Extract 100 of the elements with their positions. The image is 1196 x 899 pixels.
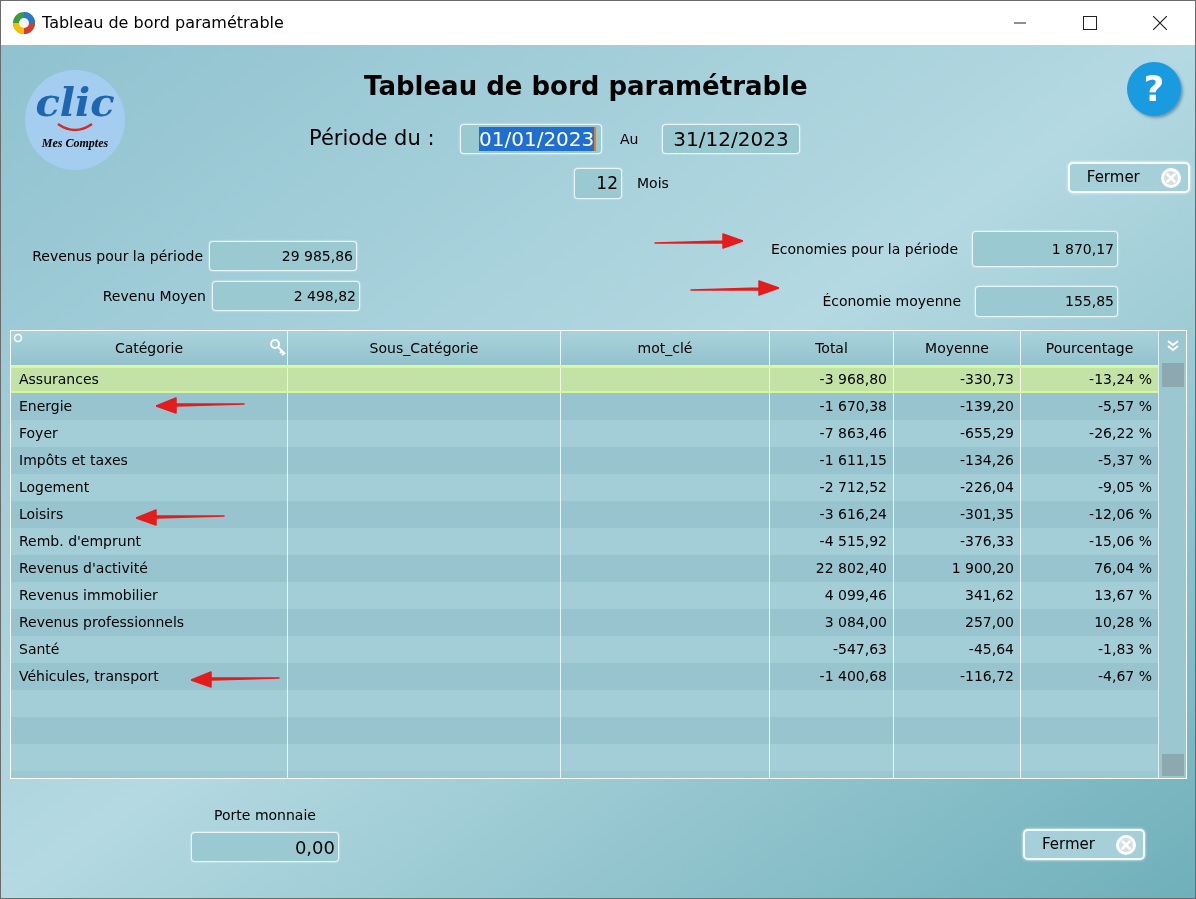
wallet-label: Porte monnaie [214,806,316,825]
table-cell-text: -1 611,15 [819,451,887,470]
to-label: Au [620,129,640,149]
table-cell-text: 4 099,46 [824,586,887,605]
column-header[interactable]: Sous_Catégorie [288,331,561,365]
table-cell-text: 341,62 [965,586,1014,605]
summary-label: Economies pour la période [769,239,959,259]
table-cell-text: 1 900,20 [951,559,1014,578]
close-icon [1153,16,1167,30]
table-cell-text: Impôts et taxes [19,451,128,470]
table-cell-text: Remb. d'emprunt [19,532,141,551]
summary-label: Revenu Moyen [101,286,207,306]
date-from-field[interactable]: 01/01/2023 [460,124,602,154]
summary-label: Économie moyenne [821,291,962,311]
table-cell-text: Véhicules, transport [19,667,159,686]
table-cell-text: -330,73 [959,370,1014,389]
smile-icon [55,122,95,132]
table-cell-text: -5,37 % [1098,451,1152,470]
logo-subtitle: Mes Comptes [41,135,109,152]
key-icon [269,338,287,356]
months-field[interactable]: 12 [574,168,622,199]
chevrons-icon [1165,339,1180,353]
column-header[interactable]: Pourcentage [1021,331,1158,365]
table-row[interactable]: Remb. d'emprunt -4 515,92 -376,33 -15,06 % [11,528,1158,555]
date-from-value: 01/01/2023 [479,127,597,151]
close-dialog-button[interactable]: Fermer [1023,829,1145,860]
table-cell-text: -1 400,68 [819,667,887,686]
table-cell-text: Assurances [19,370,99,389]
table-row[interactable]: Santé -547,63 -45,64 -1,83 % [11,636,1158,663]
wallet-field: 0,00 [191,832,339,862]
table-row[interactable]: Revenus immobilier 4 099,46 341,62 13,67 % [11,582,1158,609]
table-cell-text: 10,28 % [1094,613,1152,632]
table-cell-text: -226,04 [959,478,1014,497]
table-cell-text: -4 515,92 [819,532,887,551]
table-row[interactable]: Logement -2 712,52 -226,04 -9,05 % [11,474,1158,501]
table-cell-text: 3 084,00 [824,613,887,632]
table-row[interactable]: Revenus d'activité 22 802,40 1 900,20 76,04 % [11,555,1158,582]
table-cell-text: Revenus d'activité [19,559,148,578]
table-cell-text: -4,67 % [1098,667,1152,686]
table-cell-text: -547,63 [832,640,887,659]
scrollbar[interactable] [1158,331,1186,778]
table-cell-text: Revenus immobilier [19,586,158,605]
app-icon [12,11,36,35]
table-cell-text: Loisirs [19,505,64,524]
table-row[interactable]: Impôts et taxes -1 611,15 -134,26 -5,37 % [11,447,1158,474]
table-cell-text: Logement [19,478,90,497]
table-cell-text: -15,06 % [1089,532,1152,551]
table-row[interactable]: Energie -1 670,38 -139,20 -5,57 % [11,393,1158,420]
table-cell-text: -7 863,46 [819,424,887,443]
logo-text: clic [35,82,115,122]
table-row[interactable]: Assurances -3 968,80 -330,73 -13,24 % [11,366,1158,393]
months-label: Mois [637,174,669,193]
minimize-icon [1014,22,1026,24]
table-cell-text: -3 616,24 [819,505,887,524]
table-cell-text: 22 802,40 [815,559,887,578]
table-cell-text: 76,04 % [1094,559,1152,578]
table-cell-text: Santé [19,640,60,659]
summary-field: 1 870,17 [972,231,1118,267]
summary-field: 155,85 [975,285,1118,317]
table-cell-text: -13,24 % [1089,370,1152,389]
column-header[interactable]: Total [770,331,894,365]
table-cell-text: 13,67 % [1094,586,1152,605]
column-header[interactable]: Moyenne [894,331,1021,365]
scroll-thumb[interactable] [1161,363,1184,387]
dashboard-title: Tableau de bord paramétrable [364,71,808,101]
table-cell-text: -139,20 [959,397,1014,416]
table-cell-text: Foyer [19,424,58,443]
close-icon [1159,166,1182,189]
period-label: Période du : [309,125,436,153]
summary-field: 2 498,82 [212,281,360,311]
table-cell-text: -1,83 % [1098,640,1152,659]
table-row[interactable]: Foyer -7 863,46 -655,29 -26,22 % [11,420,1158,447]
close-dialog-button[interactable]: Fermer [1067,162,1190,193]
table-cell-text: -1 670,38 [819,397,887,416]
table-row[interactable]: Véhicules, transport -1 400,68 -116,72 -4,67 % [11,663,1158,690]
table-cell-text: -2 712,52 [819,478,887,497]
summary-label: Revenus pour la période [31,246,204,266]
table-cell-text: -9,05 % [1098,478,1152,497]
table-cell-text: -12,06 % [1089,505,1152,524]
column-header[interactable]: mot_clé [561,331,770,365]
table-cell-text: -5,57 % [1098,397,1152,416]
table-cell-text: -45,64 [968,640,1014,659]
maximize-icon [1083,16,1097,30]
table-cell-text: Revenus professionnels [19,613,185,632]
column-header[interactable]: Catégorie [11,331,288,365]
table-row[interactable]: Loisirs -3 616,24 -301,35 -12,06 % [11,501,1158,528]
table-cell-text: -3 968,80 [819,370,887,389]
table-cell-text: -116,72 [959,667,1014,686]
window-title: Tableau de bord paramétrable [42,12,284,34]
date-to-field[interactable]: 31/12/2023 [662,124,800,154]
table-cell-text: -134,26 [959,451,1014,470]
table-cell-text: -655,29 [959,424,1014,443]
summary-field: 29 985,86 [209,241,357,271]
table-row[interactable]: Revenus professionnels 3 084,00 257,00 10,28 % [11,609,1158,636]
table-cell-text: Energie [19,397,73,416]
close-icon [1114,833,1137,856]
table-cell-text: -301,35 [959,505,1014,524]
table-cell-text: 257,00 [965,613,1014,632]
table-cell-text: -376,33 [959,532,1014,551]
table-cell-text: -26,22 % [1089,424,1152,443]
